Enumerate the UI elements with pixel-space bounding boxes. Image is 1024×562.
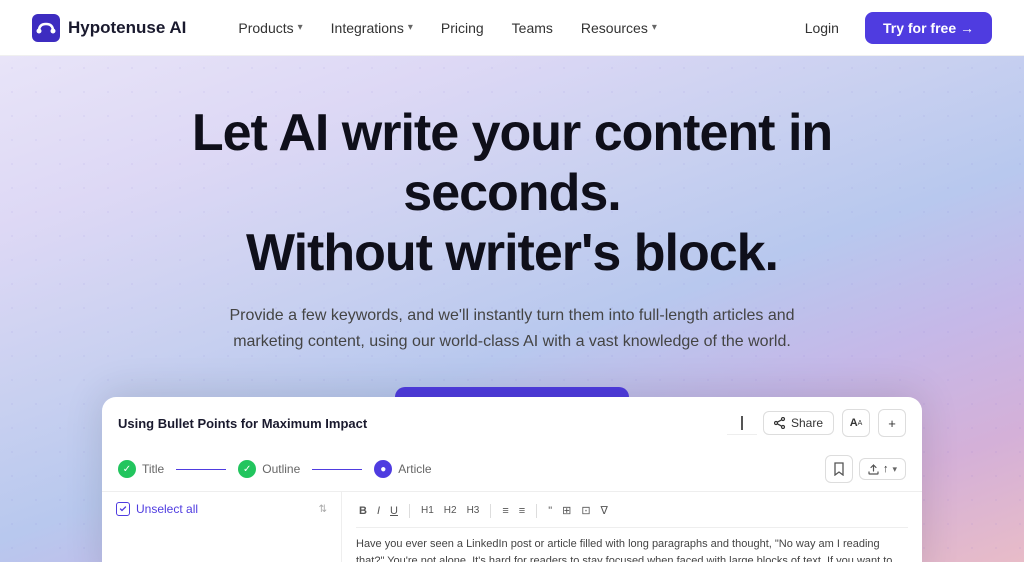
nav-item-resources[interactable]: Resources ▾ <box>569 14 669 42</box>
preview-toolbar-right: Share A A + <box>763 409 906 437</box>
image-button[interactable]: ⊡ <box>578 502 593 519</box>
translate-button[interactable]: A A <box>842 409 870 437</box>
step-check-icon: ✓ <box>238 460 256 478</box>
share-icon <box>774 417 786 429</box>
chevron-down-icon: ▾ <box>652 22 657 33</box>
share-button[interactable]: Share <box>763 411 834 435</box>
step-title: ✓ Title <box>118 460 164 478</box>
list-button[interactable]: ≡ <box>499 503 511 519</box>
logo-text: Hypotenuse AI <box>68 18 186 38</box>
bold-button[interactable]: B <box>356 503 370 519</box>
progress-steps: ✓ Title ✓ Outline ● Article <box>118 447 906 491</box>
h3-button[interactable]: H3 <box>464 503 483 518</box>
step-active-icon: ● <box>374 460 392 478</box>
logo[interactable]: Hypotenuse AI <box>32 14 186 42</box>
underline-button[interactable]: U <box>387 503 401 519</box>
navbar: Hypotenuse AI Products ▾ Integrations ▾ … <box>0 0 1024 56</box>
h2-button[interactable]: H2 <box>441 503 460 518</box>
product-preview-card: Using Bullet Points for Maximum Impact <box>102 397 922 562</box>
preview-editor: B I U H1 H2 H3 ≡ ≡ <box>342 492 922 562</box>
editor-content[interactable]: Have you ever seen a LinkedIn post or ar… <box>356 536 908 562</box>
nav-right: Login Try for free → <box>791 12 992 44</box>
text-format-group: B I U <box>356 503 401 519</box>
table-button[interactable]: ⊞ <box>559 502 574 519</box>
ordered-list-button[interactable]: ≡ <box>516 503 528 519</box>
preview-header: Using Bullet Points for Maximum Impact <box>102 397 922 492</box>
preview-title-row: Using Bullet Points for Maximum Impact <box>118 409 906 437</box>
check-icon <box>119 505 127 513</box>
step-check-icon: ✓ <box>118 460 136 478</box>
bookmark-button[interactable] <box>825 455 853 483</box>
editor-toolbar: B I U H1 H2 H3 ≡ ≡ <box>356 502 908 528</box>
h1-button[interactable]: H1 <box>418 503 437 518</box>
nav-links: Products ▾ Integrations ▾ Pricing Teams … <box>226 14 790 42</box>
login-button[interactable]: Login <box>791 14 853 42</box>
list-group: ≡ ≡ <box>499 503 528 519</box>
heading-group: H1 H2 H3 <box>418 503 482 518</box>
preview-left-panel: Unselect all ⇅ <box>102 492 342 562</box>
dropdown-arrow: ▾ <box>892 464 897 475</box>
toolbar-separator <box>409 504 410 518</box>
logo-icon <box>32 14 60 42</box>
plus-icon: + <box>888 416 896 431</box>
nav-item-teams[interactable]: Teams <box>500 14 565 42</box>
cursor-area <box>727 412 757 435</box>
doc-title: Using Bullet Points for Maximum Impact <box>118 416 367 431</box>
upload-icon <box>868 464 879 475</box>
hero-title: Let AI write your content in seconds. Wi… <box>112 104 912 283</box>
step-connector <box>312 469 362 470</box>
preview-body: Unselect all ⇅ B I U H1 H2 <box>102 492 922 562</box>
editor-action-buttons: ↑ ▾ <box>825 455 906 483</box>
step-outline: ✓ Outline <box>238 460 300 478</box>
translate-sub-icon: A <box>858 420 863 427</box>
add-button[interactable]: + <box>878 409 906 437</box>
hero-section: Let AI write your content in seconds. Wi… <box>0 56 1024 562</box>
hero-subtitle: Provide a few keywords, and we'll instan… <box>212 303 812 354</box>
translate-icon: A <box>850 417 858 429</box>
unselect-icon <box>116 502 130 516</box>
nav-item-products[interactable]: Products ▾ <box>226 14 314 42</box>
quote-button[interactable]: " <box>545 503 555 519</box>
try-for-free-button[interactable]: Try for free → <box>865 12 992 44</box>
toolbar-separator <box>536 504 537 518</box>
more-button[interactable]: ∇ <box>598 502 611 519</box>
chevron-down-icon: ▾ <box>298 22 303 33</box>
upload-button[interactable]: ↑ ▾ <box>859 458 906 480</box>
step-article: ● Article <box>374 460 431 478</box>
text-cursor <box>741 416 743 430</box>
step-connector <box>176 469 226 470</box>
sort-icon: ⇅ <box>319 504 327 515</box>
bookmark-icon <box>833 462 845 476</box>
unselect-all-button[interactable]: Unselect all ⇅ <box>116 502 327 516</box>
nav-item-integrations[interactable]: Integrations ▾ <box>319 14 425 42</box>
toolbar-separator <box>490 504 491 518</box>
insert-group: " ⊞ ⊡ ∇ <box>545 502 611 519</box>
chevron-down-icon: ▾ <box>408 22 413 33</box>
upload-label: ↑ <box>883 463 889 475</box>
nav-item-pricing[interactable]: Pricing <box>429 14 496 42</box>
italic-button[interactable]: I <box>374 503 383 519</box>
